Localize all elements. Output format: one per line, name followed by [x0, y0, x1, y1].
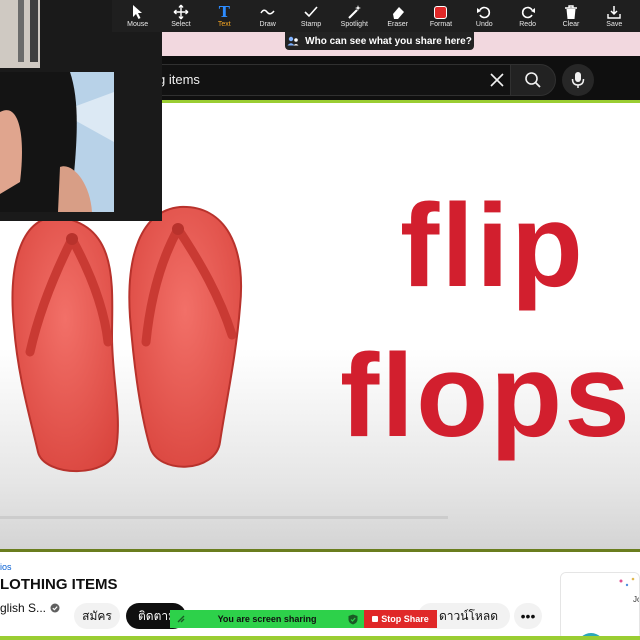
webcam-thumbnail — [0, 0, 40, 68]
tool-draw[interactable]: Draw — [246, 0, 289, 32]
screen: g items flip flops Mouse Select T Text D… — [0, 0, 640, 640]
tool-label: Clear — [562, 21, 580, 28]
verified-icon — [50, 603, 60, 613]
tool-label: Undo — [475, 21, 493, 28]
eraser-icon — [390, 4, 406, 20]
recommended-video-title: Jo — [633, 595, 639, 604]
move-icon — [173, 4, 189, 20]
tool-spotlight[interactable]: Spotlight — [333, 0, 376, 32]
tool-label: Draw — [259, 21, 276, 28]
tool-label: Format — [429, 21, 453, 28]
tool-label: Spotlight — [340, 21, 368, 28]
video-title-word-flops: flops — [340, 330, 632, 462]
stop-share-label: Stop Share — [381, 614, 429, 624]
undo-icon — [476, 4, 492, 20]
tool-undo[interactable]: Undo — [463, 0, 506, 32]
squiggle-icon — [259, 4, 276, 20]
wand-icon — [346, 4, 362, 20]
tool-label: Mouse — [127, 21, 149, 28]
tool-label: Save — [606, 21, 623, 28]
tool-mouse[interactable]: Mouse — [116, 0, 159, 32]
search-icon — [525, 72, 541, 88]
share-visibility-banner[interactable]: Who can see what you share here? — [285, 32, 474, 50]
video-title: LOTHING ITEMS — [0, 576, 118, 593]
annotation-toolbar: Mouse Select T Text Draw Stamp Spotlight Eraser… — [112, 0, 640, 32]
clear-search-icon[interactable] — [488, 71, 506, 89]
checkmark-icon — [303, 4, 319, 20]
channel-name[interactable]: glish S... — [0, 601, 60, 615]
download-icon — [606, 4, 622, 20]
microphone-icon — [571, 72, 585, 88]
tool-format[interactable]: Format — [419, 0, 462, 32]
tool-label: Eraser — [387, 21, 408, 28]
tool-stamp[interactable]: Stamp — [289, 0, 332, 32]
bottom-accent-line — [0, 636, 640, 640]
playlist-link[interactable]: ios — [0, 562, 12, 572]
tool-redo[interactable]: Redo — [506, 0, 549, 32]
voice-search-button[interactable] — [562, 64, 594, 96]
screen-sharing-indicator[interactable]: You are screen sharing — [170, 610, 364, 628]
tool-label: Redo — [519, 21, 536, 28]
tool-label: Stamp — [300, 21, 322, 28]
tool-label: Select — [171, 21, 191, 28]
stop-icon — [372, 616, 379, 622]
tool-save[interactable]: Save — [593, 0, 636, 32]
color-swatch-icon — [434, 4, 448, 20]
tool-clear[interactable]: Clear — [549, 0, 592, 32]
video-progress-bar[interactable] — [0, 516, 448, 519]
redo-icon — [520, 4, 536, 20]
tool-text[interactable]: T Text — [203, 0, 246, 32]
join-button[interactable]: สมัคร — [74, 603, 120, 629]
more-actions-button[interactable]: ••• — [514, 603, 542, 629]
drag-handle-icon[interactable] — [176, 614, 186, 624]
stop-share-button[interactable]: Stop Share — [364, 610, 437, 628]
screen-sharing-status: You are screen sharing — [217, 614, 317, 624]
search-button[interactable] — [510, 64, 556, 96]
trash-icon — [563, 4, 579, 20]
people-icon — [287, 36, 299, 46]
tool-select[interactable]: Select — [159, 0, 202, 32]
search-query-text[interactable]: g items — [158, 72, 200, 87]
video-title-word-flip: flip — [400, 180, 585, 312]
webcam-video-overlay[interactable] — [0, 0, 162, 221]
channel-name-text[interactable]: glish S... — [0, 601, 46, 615]
tool-label: Text — [217, 21, 231, 28]
recommended-video-card[interactable]: Jo — [560, 572, 640, 640]
flip-flops-image — [11, 205, 242, 473]
webcam-participant — [0, 72, 114, 212]
tool-eraser[interactable]: Eraser — [376, 0, 419, 32]
share-banner-text: Who can see what you share here? — [305, 35, 472, 47]
text-icon: T — [218, 3, 230, 21]
cursor-icon — [130, 4, 146, 20]
shield-icon — [348, 614, 358, 624]
